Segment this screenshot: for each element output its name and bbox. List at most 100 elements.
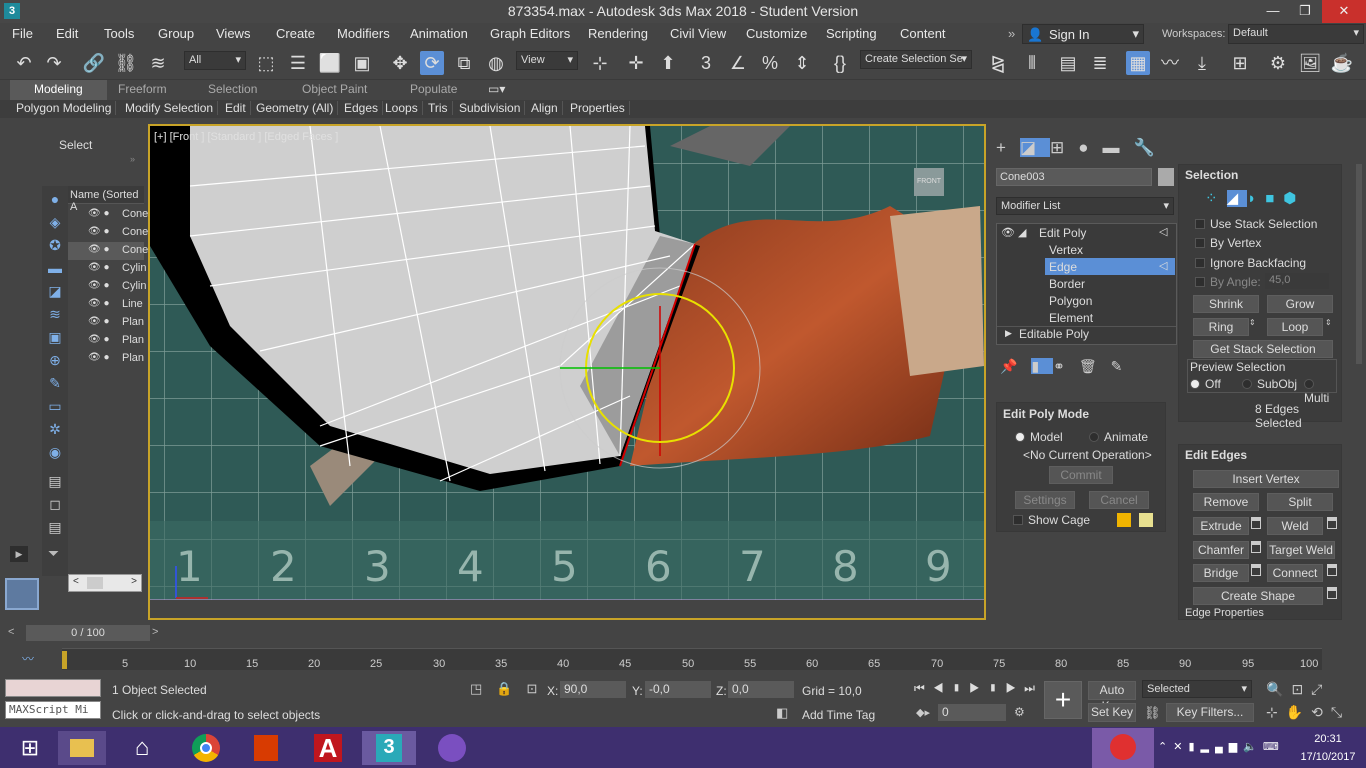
command-panel-tabs[interactable]: +◪⊞●▬🔧 [996, 138, 1176, 158]
menu-animation[interactable]: Animation [410, 26, 468, 41]
angle-snap-icon[interactable]: ∠ [726, 51, 750, 75]
list-item[interactable]: 👁 ● Plan [68, 332, 144, 350]
spinner-snap-icon[interactable]: ⇕ [790, 51, 814, 75]
chamfer-settings-icon[interactable] [1251, 541, 1261, 553]
rotate-icon[interactable]: ⟳ [420, 51, 444, 75]
stack-vertex[interactable]: Vertex [1049, 243, 1083, 257]
curve-editor-icon[interactable]: 〰 [1158, 51, 1182, 75]
go-to-end-icon[interactable]: ⏭ [1024, 681, 1043, 695]
expand-explorer-button[interactable]: ▶ [10, 546, 28, 562]
rectangular-selection-icon[interactable]: ⬜ [318, 51, 342, 75]
display-tab-icon[interactable]: ▬ [1103, 138, 1134, 157]
loop-button[interactable]: Loop [1267, 318, 1323, 336]
maxscript-listener[interactable] [5, 679, 101, 697]
scale-icon[interactable]: ⧉ [452, 51, 476, 75]
ring-button[interactable]: Ring [1193, 318, 1249, 336]
menu-graph-editors[interactable]: Graph Editors [490, 26, 570, 41]
ribbon-tris[interactable]: Tris [424, 101, 453, 115]
time-config-icon[interactable]: ⚙ [1014, 705, 1025, 719]
tab-selection[interactable]: Selection [208, 82, 257, 96]
target-weld-button[interactable]: Target Weld [1267, 541, 1335, 559]
configure-sets-icon[interactable]: ✎ [1111, 358, 1137, 374]
tab-modeling[interactable]: Modeling [10, 80, 107, 100]
scroll-left-icon[interactable]: < [73, 576, 79, 587]
extrude-settings-icon[interactable] [1251, 517, 1261, 529]
loop-spinner-icon[interactable]: ⇕ [1325, 318, 1335, 336]
ribbon-edges[interactable]: Edges [340, 101, 384, 115]
menu-customize[interactable]: Customize [746, 26, 807, 41]
create-shape-button[interactable]: Create Shape [1193, 587, 1323, 605]
scene-explorer-icon[interactable]: ▤ [1056, 51, 1080, 75]
isolate-lock-icons[interactable]: ◳🔒⊡ [470, 681, 551, 697]
object-color-swatch[interactable] [1158, 168, 1174, 186]
use-stack-selection-checkbox[interactable]: Use Stack Selection [1195, 217, 1317, 231]
explorer-layer-icons[interactable]: ▤ ◻ ▤ [46, 470, 64, 539]
ribbon-subdivision[interactable]: Subdivision [455, 101, 526, 115]
menu-edit[interactable]: Edit [56, 26, 78, 41]
viewport-label[interactable]: [+] [Front ] [Standard ] [Edged Faces ] [154, 131, 338, 143]
preview-off-radio[interactable]: Off [1190, 377, 1221, 391]
visibility-icon[interactable]: 👁 ● [88, 352, 110, 363]
front-viewport[interactable]: 1 2 3 4 5 6 7 8 9 [+] [Front ] [Standard… [148, 124, 986, 620]
ribbon-modify-selection[interactable]: Modify Selection [121, 101, 219, 115]
ring-spinner-icon[interactable]: ⇕ [1249, 318, 1259, 336]
ignore-backfacing-checkbox[interactable]: Ignore Backfacing [1195, 256, 1306, 270]
move-icon[interactable]: ✥ [388, 51, 412, 75]
system-tray-icons[interactable]: ⌃✕▮▂▄▆🔈⌨ [1158, 740, 1285, 753]
tab-object-paint[interactable]: Object Paint [302, 82, 367, 96]
connect-button[interactable]: Connect [1267, 564, 1323, 582]
cage-color-swatch[interactable] [1117, 513, 1131, 527]
menu-modifiers[interactable]: Modifiers [337, 26, 390, 41]
list-item[interactable]: 👁 ● Plan [68, 314, 144, 332]
start-icon[interactable]: ⊞ [6, 731, 54, 765]
visibility-icon[interactable]: 👁 ● [88, 280, 110, 291]
list-item[interactable]: 👁 ● Cylin [68, 260, 146, 278]
time-tag-icon[interactable]: ◧ [776, 705, 794, 721]
maxscript-input[interactable]: MAXScript Mi [5, 701, 101, 719]
utilities-tab-icon[interactable]: 🔧 [1134, 138, 1169, 157]
pivot-center-icon[interactable]: ⊹ [588, 51, 612, 75]
chamfer-button[interactable]: Chamfer [1193, 541, 1249, 559]
menu-rendering[interactable]: Rendering [588, 26, 648, 41]
overflow-icon[interactable]: » [1008, 26, 1015, 41]
list-item[interactable]: 👁 ● Cone [68, 224, 148, 242]
element-level-icon[interactable]: ⬢ [1283, 190, 1305, 207]
modify-tab-icon[interactable]: ◪ [1019, 138, 1050, 157]
key-filters-icon[interactable]: ⛓ [1144, 705, 1161, 721]
unlink-icon[interactable]: ⛓ [114, 51, 138, 75]
sign-in-dropdown[interactable]: 👤 Sign In [1022, 24, 1144, 44]
clock-date[interactable]: 17/10/2017 [1290, 751, 1366, 763]
selection-lock-icon[interactable]: 🔒 [496, 681, 526, 696]
workspace-thumbnail[interactable] [5, 578, 39, 610]
ribbon-edit[interactable]: Edit [221, 101, 251, 115]
visibility-icon[interactable]: 👁 ● [88, 244, 110, 255]
animate-radio[interactable]: Animate [1089, 430, 1148, 444]
ribbon-properties[interactable]: Properties [566, 101, 630, 115]
motion-tab-icon[interactable]: ● [1078, 138, 1102, 157]
explorer-scrollbar[interactable]: < > [68, 574, 142, 592]
minimize-button[interactable]: — [1256, 0, 1290, 23]
by-angle-checkbox[interactable]: By Angle: [1195, 275, 1261, 289]
list-item-selected[interactable]: 👁 ● Cone [68, 242, 148, 260]
polygon-level-icon[interactable]: ■ [1265, 190, 1283, 207]
align-icon[interactable]: ⫴ [1020, 51, 1044, 75]
edge-properties-label[interactable]: Edge Properties [1185, 607, 1264, 619]
zoom-icon[interactable]: 🔍 [1266, 681, 1291, 697]
maximize-button[interactable]: ❐ [1288, 0, 1322, 23]
filter-funnel-icon[interactable]: ⏷ [48, 545, 59, 562]
prev-frame-icon[interactable]: < [8, 626, 26, 640]
edit-edges-title[interactable]: Edit Edges [1185, 448, 1247, 462]
scroll-right-icon[interactable]: > [131, 576, 137, 587]
viewport-nav-icons-2[interactable]: ⊹✋⟲⤡ [1266, 704, 1366, 721]
y-coordinate-field[interactable]: -0,0 [645, 681, 711, 698]
menu-scripting[interactable]: Scripting [826, 26, 877, 41]
modifier-list-dropdown[interactable]: Modifier List [996, 197, 1174, 215]
commit-button[interactable]: Commit [1049, 466, 1113, 484]
tray-volume-icon[interactable]: 🔈 [1243, 741, 1263, 753]
close-button[interactable]: ✕ [1322, 0, 1366, 23]
create-shape-settings-icon[interactable] [1327, 587, 1337, 599]
bridge-button[interactable]: Bridge [1193, 564, 1249, 582]
tray-chevron-icon[interactable]: ⌃ [1158, 741, 1173, 753]
pin-stack-icon[interactable]: 📌 [1000, 358, 1031, 374]
tab-populate[interactable]: Populate [410, 82, 457, 96]
